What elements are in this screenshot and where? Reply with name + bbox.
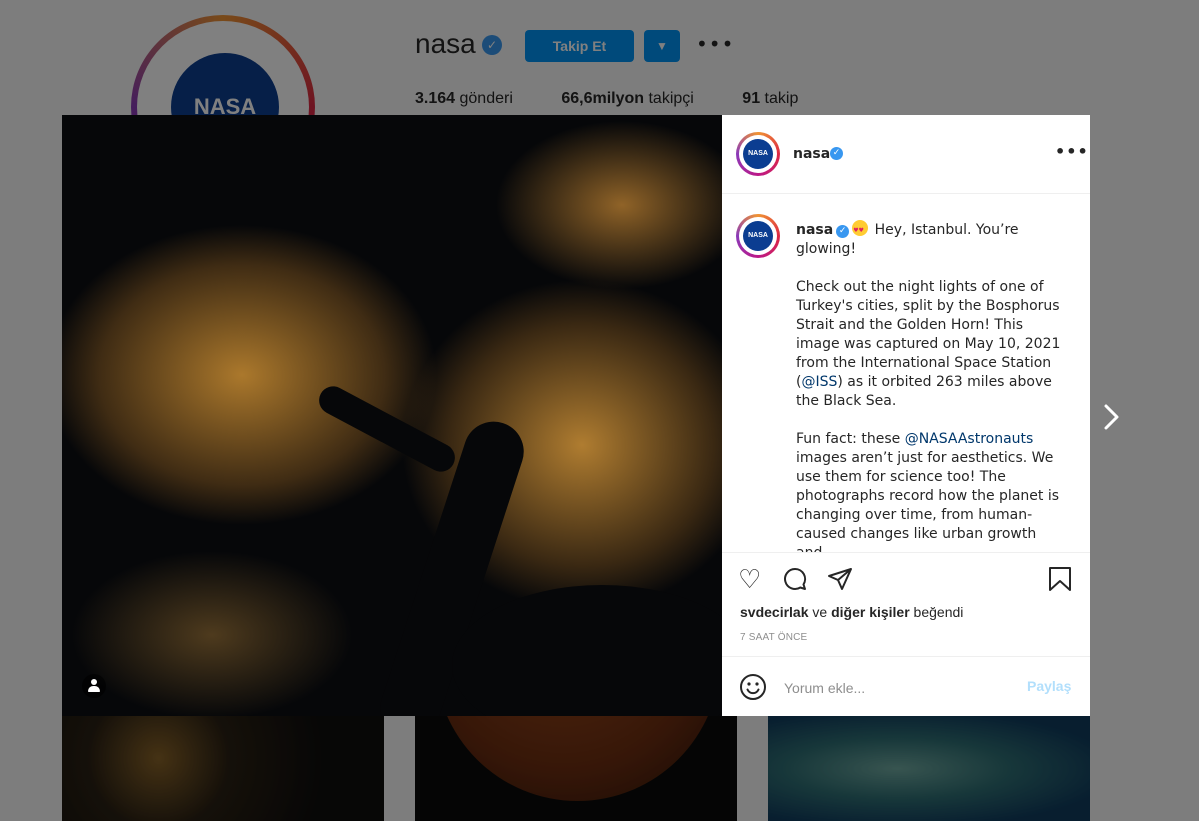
caption-username[interactable]: nasa <box>796 222 833 238</box>
emoji-picker-icon[interactable] <box>739 673 767 701</box>
nasa-logo: NASA <box>743 139 773 169</box>
post-timestamp[interactable]: 7 SAAT ÖNCE <box>740 632 807 643</box>
share-icon[interactable] <box>827 567 853 591</box>
post-image[interactable] <box>62 115 722 716</box>
profile-stats: 3.164 gönderi 66,6milyon takipçi 91 taki… <box>415 90 842 108</box>
more-options-icon[interactable]: ••• <box>1055 142 1089 161</box>
comment-input[interactable] <box>782 675 1006 701</box>
iss-mention-link[interactable]: @ISS <box>801 374 837 390</box>
following-count[interactable]: 91 takip <box>742 90 798 107</box>
verified-icon: ✓ <box>482 35 502 55</box>
chevron-down-icon[interactable]: ▼ <box>644 30 680 62</box>
nasa-astronauts-mention-link[interactable]: @NASAAstronauts <box>905 431 1034 447</box>
other-likers-link[interactable]: diğer kişiler <box>831 604 910 620</box>
chevron-right-icon[interactable] <box>1100 402 1124 432</box>
post-details-panel: NASA nasa ✓ ••• NASA nasa✓ Hey, Istanbul… <box>722 115 1090 716</box>
liker-username[interactable]: svdecirlak <box>740 604 809 620</box>
caption-scroll-area[interactable]: NASA nasa✓ Hey, Istanbul. You’re glowing… <box>722 194 1090 552</box>
star-struck-emoji-icon <box>852 220 869 240</box>
follow-button[interactable]: Takip Et <box>525 30 634 62</box>
post-header: NASA nasa ✓ ••• <box>722 115 1090 194</box>
post-actions: ♡ svdecirlak ve diğer kişiler beğendi 7 … <box>722 552 1090 717</box>
grid-thumbnail[interactable] <box>62 716 384 821</box>
posts-count: 3.164 gönderi <box>415 90 513 107</box>
grid-thumbnail[interactable] <box>415 716 737 821</box>
post-comment-button[interactable]: Paylaş <box>1027 678 1071 694</box>
likes-summary: svdecirlak ve diğer kişiler beğendi <box>740 604 964 620</box>
post-username[interactable]: nasa <box>793 146 830 162</box>
bookmark-icon[interactable] <box>1047 566 1073 592</box>
heart-icon[interactable]: ♡ <box>738 567 761 593</box>
user-tag-icon[interactable] <box>82 674 106 698</box>
avatar[interactable]: NASA <box>736 214 780 258</box>
nasa-logo: NASA <box>743 221 773 251</box>
followers-count[interactable]: 66,6milyon takipçi <box>561 90 694 107</box>
avatar[interactable]: NASA <box>736 132 780 176</box>
verified-icon: ✓ <box>836 225 850 238</box>
comment-bar: Paylaş <box>722 656 1090 717</box>
more-options-icon[interactable]: ••• <box>696 32 734 56</box>
grid-thumbnail[interactable] <box>768 716 1090 821</box>
comment-icon[interactable] <box>783 567 807 591</box>
profile-username: nasa <box>415 28 476 59</box>
post-caption: nasa✓ Hey, Istanbul. You’re glowing! Che… <box>796 220 1066 552</box>
verified-icon: ✓ <box>830 147 843 160</box>
